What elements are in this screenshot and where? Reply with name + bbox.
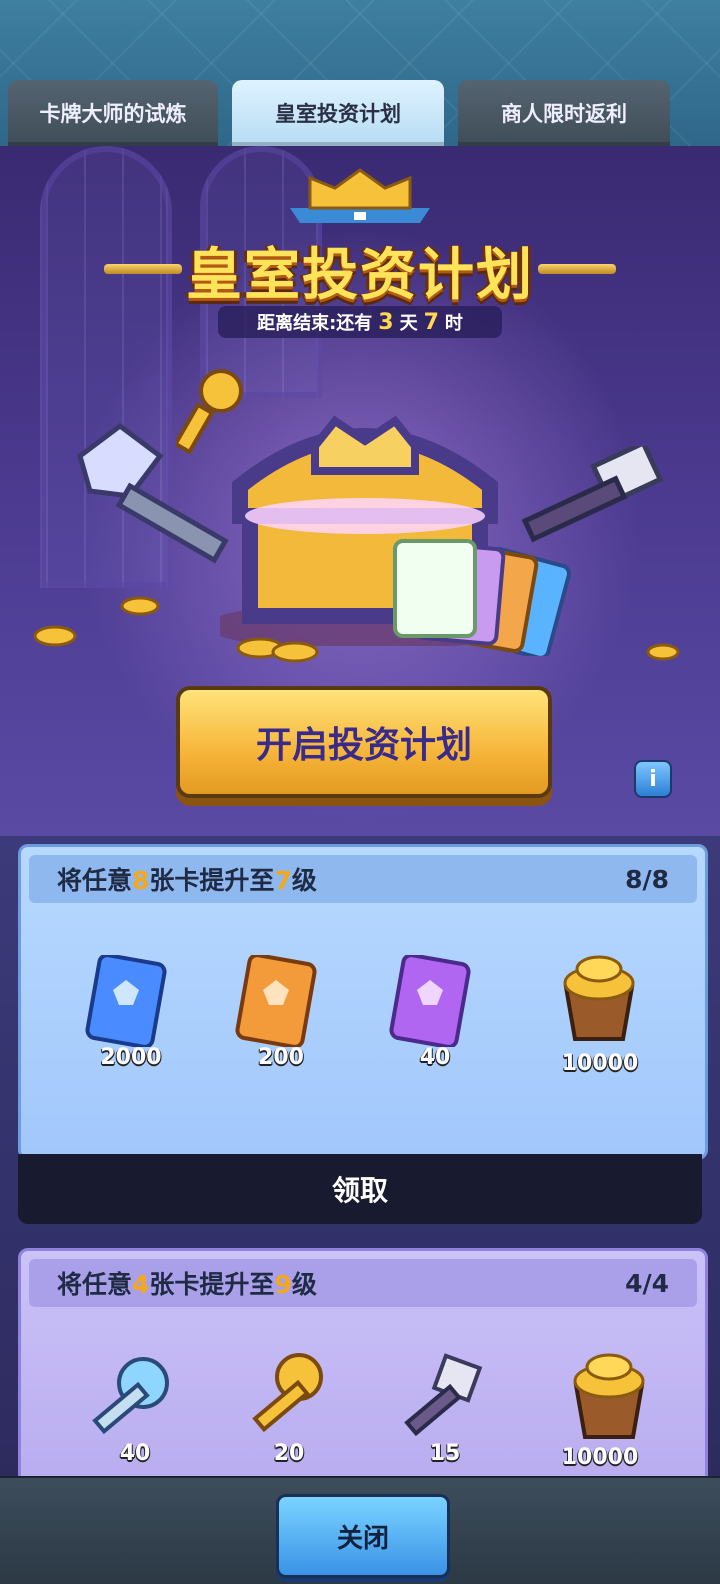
task-progress: 4/4 <box>625 1268 669 1298</box>
info-button[interactable]: i <box>634 760 672 798</box>
claim-button[interactable]: 领取 <box>18 1154 702 1224</box>
reward-amount: 20 <box>273 1441 305 1466</box>
purple-card-icon <box>389 955 471 1047</box>
task-card: 将任意4张卡提升至9级 4/4 40 20 15 10000 <box>18 1248 708 1482</box>
reward-amount: 40 <box>419 1045 451 1070</box>
crown-icon <box>290 168 430 223</box>
reward-amount: 10000 <box>561 1051 639 1076</box>
blue-card-icon <box>85 955 167 1047</box>
page-title: 皇室投资计划 <box>186 243 534 308</box>
close-button[interactable]: 关闭 <box>276 1494 450 1578</box>
tab-merchant-rebate[interactable]: 商人限时返利 <box>458 80 670 146</box>
task-card: 将任意8张卡提升至7级 8/8 2000 200 40 10000 <box>18 844 708 1160</box>
gold-bucket-icon <box>573 1353 645 1439</box>
start-investment-button[interactable]: 开启投资计划 <box>176 686 552 798</box>
tab-bar: 卡牌大师的试炼 皇室投资计划 商人限时返利 <box>0 80 720 146</box>
gold-coins-icon <box>33 596 680 663</box>
gold-bucket-icon <box>563 955 635 1041</box>
gold-key-icon <box>176 369 243 455</box>
task-title: 将任意4张卡提升至9级 <box>57 1270 317 1299</box>
gold-key-icon <box>252 1353 323 1433</box>
tab-royal-investment[interactable]: 皇室投资计划 <box>232 80 444 146</box>
countdown-prefix: 距离结束:还有 <box>257 313 373 334</box>
silver-key-icon <box>404 1353 483 1437</box>
hero-banner: 皇室投资计划 距离结束:还有 3 天 7 时 开启投资计划 i <box>0 146 720 836</box>
orange-card-icon <box>235 955 317 1047</box>
reward-amount: 40 <box>119 1441 151 1466</box>
countdown-days-unit: 天 <box>399 313 418 334</box>
countdown-hours: 7 <box>423 309 439 335</box>
reward-amount: 10000 <box>561 1445 639 1470</box>
task-header: 将任意8张卡提升至7级 8/8 <box>29 855 697 903</box>
reward-amount: 200 <box>258 1045 304 1070</box>
task-header: 将任意4张卡提升至9级 4/4 <box>29 1259 697 1307</box>
countdown: 距离结束:还有 3 天 7 时 <box>218 306 502 338</box>
reward-amount: 15 <box>429 1441 461 1466</box>
countdown-days: 3 <box>378 309 394 335</box>
task-progress: 8/8 <box>625 864 669 894</box>
countdown-hours-unit: 时 <box>444 313 463 334</box>
tab-card-master-trial[interactable]: 卡牌大师的试炼 <box>8 80 218 146</box>
diamond-key-icon <box>92 1357 169 1435</box>
task-title: 将任意8张卡提升至7级 <box>57 866 317 895</box>
reward-amount: 2000 <box>100 1045 162 1070</box>
